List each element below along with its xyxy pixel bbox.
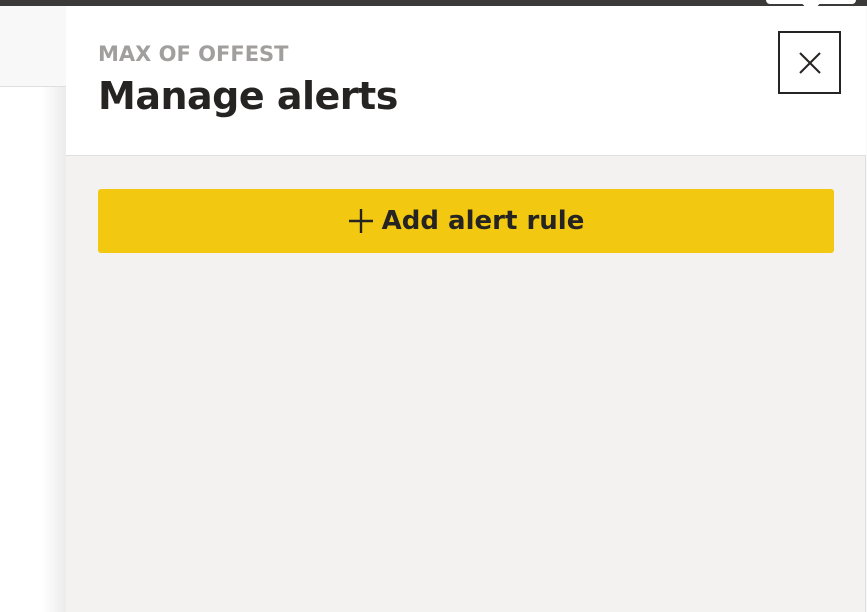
background-header [0, 6, 66, 87]
pane-header: MAX OF OFFEST Manage alerts [66, 6, 866, 156]
add-alert-rule-label: Add alert rule [381, 206, 585, 236]
add-alert-rule-button[interactable]: Add alert rule [98, 189, 834, 253]
pane-subtitle: MAX OF OFFEST [98, 42, 289, 66]
close-button[interactable] [778, 31, 841, 94]
panel-shadow [42, 87, 66, 612]
pane-title: Manage alerts [98, 74, 398, 118]
background-report-area [0, 6, 66, 612]
close-icon [798, 51, 822, 75]
plus-icon [348, 208, 374, 234]
manage-alerts-pane: MAX OF OFFEST Manage alerts Add alert ru… [66, 0, 866, 612]
